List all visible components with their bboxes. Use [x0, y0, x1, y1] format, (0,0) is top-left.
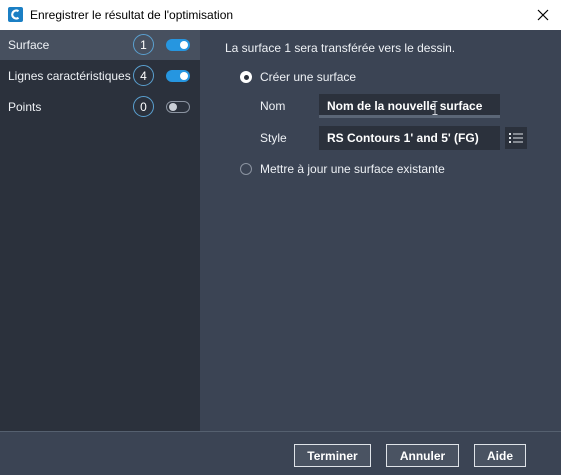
- civil3d-logo-icon: [8, 7, 23, 22]
- count-badge: 0: [133, 96, 154, 117]
- title-bar: Enregistrer le résultat de l'optimisatio…: [0, 0, 561, 30]
- sidebar-item-label: Surface: [8, 38, 50, 52]
- sidebar-item-points[interactable]: Points 0: [0, 92, 200, 122]
- sidebar-item-feature-lines[interactable]: Lignes caractéristiques 4: [0, 61, 200, 91]
- toggle-knob: [180, 72, 188, 80]
- toggle-knob: [180, 41, 188, 49]
- style-label: Style: [260, 131, 287, 145]
- name-label: Nom: [260, 99, 286, 113]
- dialog-window: Enregistrer le résultat de l'optimisatio…: [0, 0, 561, 475]
- surface-toggle[interactable]: [166, 39, 190, 51]
- update-surface-radio[interactable]: [240, 163, 252, 175]
- style-field[interactable]: RS Contours 1' and 5' (FG): [319, 126, 500, 150]
- create-surface-label: Créer une surface: [260, 70, 357, 84]
- text-cursor-icon: [432, 101, 438, 115]
- count-badge: 1: [133, 34, 154, 55]
- create-surface-option[interactable]: Créer une surface: [240, 69, 356, 85]
- sidebar-item-surface[interactable]: Surface 1: [0, 30, 200, 60]
- close-button[interactable]: [531, 3, 555, 27]
- update-surface-option[interactable]: Mettre à jour une surface existante: [240, 161, 445, 177]
- footer-bar: Terminer Annuler Aide: [0, 431, 561, 475]
- finish-button[interactable]: Terminer: [294, 444, 371, 467]
- help-button[interactable]: Aide: [474, 444, 526, 467]
- window-title: Enregistrer le résultat de l'optimisatio…: [30, 8, 234, 22]
- toggle-knob: [169, 103, 177, 111]
- create-surface-radio[interactable]: [240, 71, 252, 83]
- update-surface-label: Mettre à jour une surface existante: [260, 162, 445, 176]
- close-icon: [537, 9, 549, 21]
- feature-lines-toggle[interactable]: [166, 70, 190, 82]
- list-icon: [509, 133, 523, 143]
- sidebar-item-label: Lignes caractéristiques: [8, 69, 131, 83]
- style-list-button[interactable]: [505, 127, 527, 149]
- surface-name-input[interactable]: Nom de la nouvelle surface: [319, 94, 500, 118]
- sidebar: Surface 1 Lignes caractéristiques 4 Poin…: [0, 30, 200, 431]
- info-text: La surface 1 sera transférée vers le des…: [225, 41, 456, 55]
- count-badge: 4: [133, 65, 154, 86]
- sidebar-item-label: Points: [8, 100, 42, 114]
- points-toggle[interactable]: [166, 101, 190, 113]
- main-panel: La surface 1 sera transférée vers le des…: [200, 30, 561, 431]
- cancel-button[interactable]: Annuler: [386, 444, 459, 467]
